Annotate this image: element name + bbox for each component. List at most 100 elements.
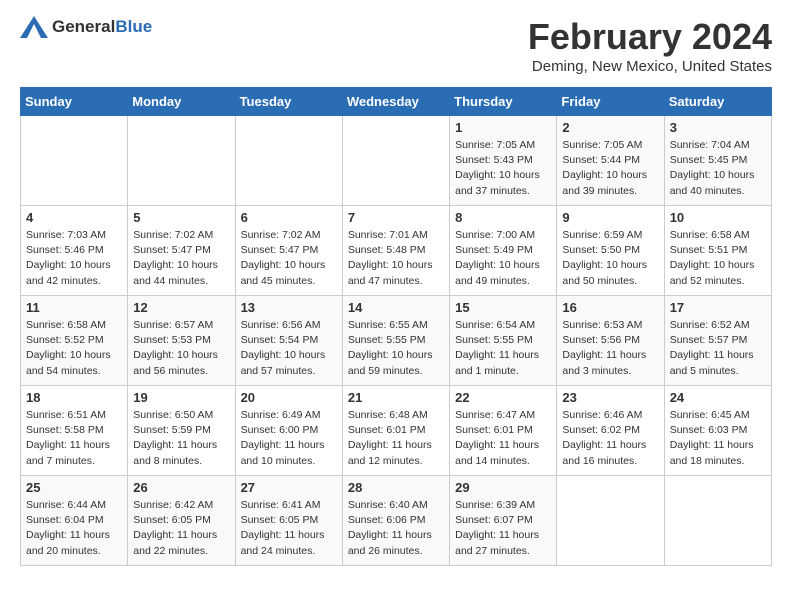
day-cell: 11 Sunrise: 6:58 AM Sunset: 5:52 PM Dayli… [21, 296, 128, 386]
day-number: 28 [348, 480, 444, 495]
day-info: Sunrise: 6:47 AM Sunset: 6:01 PM Dayligh… [455, 408, 551, 469]
day-info: Sunrise: 6:51 AM Sunset: 5:58 PM Dayligh… [26, 408, 122, 469]
day-number: 4 [26, 210, 122, 225]
day-number: 11 [26, 300, 122, 315]
day-number: 2 [562, 120, 658, 135]
day-info: Sunrise: 6:58 AM Sunset: 5:51 PM Dayligh… [670, 228, 766, 289]
day-cell: 29 Sunrise: 6:39 AM Sunset: 6:07 PM Dayli… [450, 476, 557, 566]
day-info: Sunrise: 7:04 AM Sunset: 5:45 PM Dayligh… [670, 138, 766, 199]
day-cell: 16 Sunrise: 6:53 AM Sunset: 5:56 PM Dayli… [557, 296, 664, 386]
day-info: Sunrise: 6:49 AM Sunset: 6:00 PM Dayligh… [241, 408, 337, 469]
logo-icon [20, 16, 48, 38]
day-cell: 20 Sunrise: 6:49 AM Sunset: 6:00 PM Dayli… [235, 386, 342, 476]
week-row-1: 1Sunrise: 7:05 AM Sunset: 5:43 PM Daylig… [21, 116, 772, 206]
day-cell: 14Sunrise: 6:55 AM Sunset: 5:55 PM Dayli… [342, 296, 449, 386]
day-number: 17 [670, 300, 766, 315]
day-cell: 1Sunrise: 7:05 AM Sunset: 5:43 PM Daylig… [450, 116, 557, 206]
day-info: Sunrise: 6:45 AM Sunset: 6:03 PM Dayligh… [670, 408, 766, 469]
day-number: 22 [455, 390, 551, 405]
day-info: Sunrise: 6:56 AM Sunset: 5:54 PM Dayligh… [241, 318, 337, 379]
week-row-2: 4 Sunrise: 7:03 AM Sunset: 5:46 PM Daylig… [21, 206, 772, 296]
header-day-monday: Monday [128, 88, 235, 116]
day-number: 14 [348, 300, 444, 315]
day-cell: 12 Sunrise: 6:57 AM Sunset: 5:53 PM Dayli… [128, 296, 235, 386]
day-cell: 9Sunrise: 6:59 AM Sunset: 5:50 PM Daylig… [557, 206, 664, 296]
day-number: 3 [670, 120, 766, 135]
day-cell: 5 Sunrise: 7:02 AM Sunset: 5:47 PM Daylig… [128, 206, 235, 296]
location-subtitle: Deming, New Mexico, United States [528, 58, 772, 75]
logo: GeneralBlue [20, 16, 152, 38]
day-number: 7 [348, 210, 444, 225]
day-cell: 27Sunrise: 6:41 AM Sunset: 6:05 PM Dayli… [235, 476, 342, 566]
day-number: 13 [241, 300, 337, 315]
header-day-friday: Friday [557, 88, 664, 116]
day-number: 10 [670, 210, 766, 225]
day-cell: 26Sunrise: 6:42 AM Sunset: 6:05 PM Dayli… [128, 476, 235, 566]
day-info: Sunrise: 6:46 AM Sunset: 6:02 PM Dayligh… [562, 408, 658, 469]
day-cell: 7 Sunrise: 7:01 AM Sunset: 5:48 PM Daylig… [342, 206, 449, 296]
header-day-wednesday: Wednesday [342, 88, 449, 116]
day-cell: 21Sunrise: 6:48 AM Sunset: 6:01 PM Dayli… [342, 386, 449, 476]
day-number: 16 [562, 300, 658, 315]
week-row-3: 11 Sunrise: 6:58 AM Sunset: 5:52 PM Dayli… [21, 296, 772, 386]
day-number: 23 [562, 390, 658, 405]
day-cell: 4 Sunrise: 7:03 AM Sunset: 5:46 PM Daylig… [21, 206, 128, 296]
day-number: 18 [26, 390, 122, 405]
day-info: Sunrise: 6:53 AM Sunset: 5:56 PM Dayligh… [562, 318, 658, 379]
day-info: Sunrise: 6:58 AM Sunset: 5:52 PM Dayligh… [26, 318, 122, 379]
day-info: Sunrise: 7:05 AM Sunset: 5:43 PM Dayligh… [455, 138, 551, 199]
day-number: 27 [241, 480, 337, 495]
day-cell [235, 116, 342, 206]
day-number: 15 [455, 300, 551, 315]
month-year-title: February 2024 [528, 16, 772, 58]
day-info: Sunrise: 7:05 AM Sunset: 5:44 PM Dayligh… [562, 138, 658, 199]
day-cell: 23 Sunrise: 6:46 AM Sunset: 6:02 PM Dayli… [557, 386, 664, 476]
page-header: GeneralBlue February 2024 Deming, New Me… [20, 16, 772, 75]
day-cell: 8Sunrise: 7:00 AM Sunset: 5:49 PM Daylig… [450, 206, 557, 296]
calendar-body: 1Sunrise: 7:05 AM Sunset: 5:43 PM Daylig… [21, 116, 772, 566]
day-number: 9 [562, 210, 658, 225]
day-cell: 15 Sunrise: 6:54 AM Sunset: 5:55 PM Dayli… [450, 296, 557, 386]
day-number: 25 [26, 480, 122, 495]
day-cell: 28Sunrise: 6:40 AM Sunset: 6:06 PM Dayli… [342, 476, 449, 566]
day-cell: 13 Sunrise: 6:56 AM Sunset: 5:54 PM Dayli… [235, 296, 342, 386]
day-info: Sunrise: 6:50 AM Sunset: 5:59 PM Dayligh… [133, 408, 229, 469]
day-number: 29 [455, 480, 551, 495]
day-info: Sunrise: 7:02 AM Sunset: 5:47 PM Dayligh… [133, 228, 229, 289]
header-day-saturday: Saturday [664, 88, 771, 116]
day-number: 20 [241, 390, 337, 405]
calendar-table: SundayMondayTuesdayWednesdayThursdayFrid… [20, 87, 772, 566]
day-info: Sunrise: 7:01 AM Sunset: 5:48 PM Dayligh… [348, 228, 444, 289]
day-info: Sunrise: 6:44 AM Sunset: 6:04 PM Dayligh… [26, 498, 122, 559]
day-info: Sunrise: 7:03 AM Sunset: 5:46 PM Dayligh… [26, 228, 122, 289]
day-cell: 2 Sunrise: 7:05 AM Sunset: 5:44 PM Daylig… [557, 116, 664, 206]
day-cell: 25 Sunrise: 6:44 AM Sunset: 6:04 PM Dayli… [21, 476, 128, 566]
day-info: Sunrise: 7:00 AM Sunset: 5:49 PM Dayligh… [455, 228, 551, 289]
day-number: 5 [133, 210, 229, 225]
day-cell: 22 Sunrise: 6:47 AM Sunset: 6:01 PM Dayli… [450, 386, 557, 476]
day-info: Sunrise: 6:54 AM Sunset: 5:55 PM Dayligh… [455, 318, 551, 379]
day-cell: 17Sunrise: 6:52 AM Sunset: 5:57 PM Dayli… [664, 296, 771, 386]
logo-general: General [52, 17, 115, 36]
day-cell [557, 476, 664, 566]
day-info: Sunrise: 6:39 AM Sunset: 6:07 PM Dayligh… [455, 498, 551, 559]
day-cell: 18 Sunrise: 6:51 AM Sunset: 5:58 PM Dayli… [21, 386, 128, 476]
day-info: Sunrise: 6:48 AM Sunset: 6:01 PM Dayligh… [348, 408, 444, 469]
day-cell [664, 476, 771, 566]
day-cell: 19 Sunrise: 6:50 AM Sunset: 5:59 PM Dayli… [128, 386, 235, 476]
day-number: 12 [133, 300, 229, 315]
header-row: SundayMondayTuesdayWednesdayThursdayFrid… [21, 88, 772, 116]
day-cell: 10 Sunrise: 6:58 AM Sunset: 5:51 PM Dayli… [664, 206, 771, 296]
header-day-tuesday: Tuesday [235, 88, 342, 116]
day-cell: 6Sunrise: 7:02 AM Sunset: 5:47 PM Daylig… [235, 206, 342, 296]
calendar-header: SundayMondayTuesdayWednesdayThursdayFrid… [21, 88, 772, 116]
day-cell: 24 Sunrise: 6:45 AM Sunset: 6:03 PM Dayli… [664, 386, 771, 476]
day-number: 24 [670, 390, 766, 405]
day-info: Sunrise: 6:57 AM Sunset: 5:53 PM Dayligh… [133, 318, 229, 379]
day-cell [342, 116, 449, 206]
day-cell: 3 Sunrise: 7:04 AM Sunset: 5:45 PM Daylig… [664, 116, 771, 206]
day-number: 19 [133, 390, 229, 405]
header-day-thursday: Thursday [450, 88, 557, 116]
day-number: 26 [133, 480, 229, 495]
day-number: 6 [241, 210, 337, 225]
